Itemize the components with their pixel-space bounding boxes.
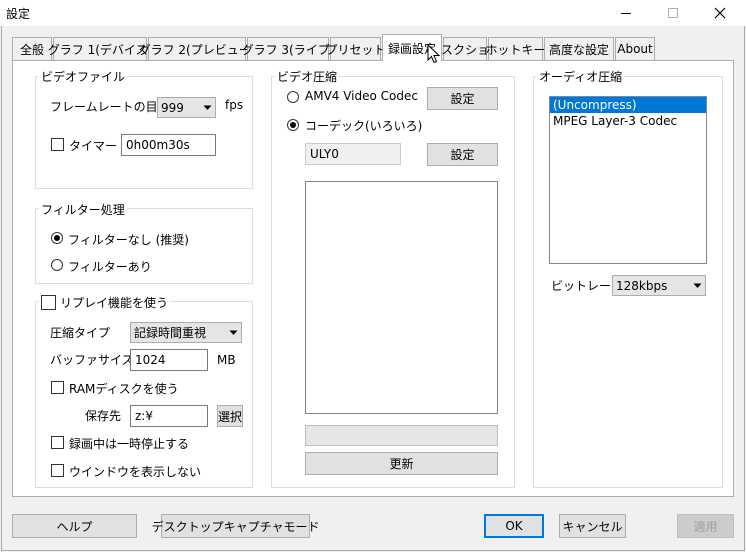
replay-group-header: リプレイ機能を使う (39, 294, 171, 311)
close-icon (714, 7, 726, 19)
compression-type-value: 記録時間重視 (134, 326, 207, 340)
timer-checkbox[interactable] (51, 138, 64, 151)
list-item[interactable]: (Uncompress) (550, 97, 706, 113)
tab-panel: ビデオファイル フレームレートの目安 999 fps タイマー 0h00m30s… (12, 60, 734, 497)
replay-checkbox[interactable] (41, 295, 56, 310)
tab-about[interactable]: About (615, 37, 655, 60)
tab-graph1-device[interactable]: グラフ 1(デバイス) (48, 37, 152, 60)
tab-screenshot[interactable]: スクショ (441, 37, 490, 60)
maximize-icon (668, 8, 678, 18)
compression-type-label: 圧縮タイプ (50, 326, 111, 340)
video-compression-group-label: ビデオ圧縮 (275, 68, 340, 85)
bitrate-select[interactable]: 128kbps (612, 275, 706, 296)
tab-advanced[interactable]: 高度な設定 (544, 37, 614, 60)
minimize-button[interactable] (603, 0, 649, 26)
tab-label: グラフ 3(ライブ) (241, 42, 335, 57)
amv4-settings-button[interactable]: 設定 (427, 87, 498, 110)
window-title: 設定 (6, 7, 31, 21)
framerate-value: 999 (161, 100, 184, 115)
tab-presets[interactable]: プリセット (326, 37, 386, 60)
minimize-icon (621, 13, 631, 14)
tab-label: 全般 (19, 42, 44, 57)
ram-disk-label: RAMディスクを使う (69, 382, 179, 396)
list-item[interactable]: MPEG Layer-3 Codec (550, 113, 706, 129)
close-button[interactable] (697, 0, 743, 26)
framerate-select[interactable]: 999 (157, 97, 216, 118)
bitrate-value: 128kbps (616, 278, 668, 293)
tab-label: 高度な設定 (548, 42, 609, 57)
maximize-button[interactable] (650, 0, 696, 26)
codec-settings-button[interactable]: 設定 (427, 143, 498, 166)
mouse-cursor-icon (427, 44, 441, 64)
amv4-radio[interactable] (287, 91, 299, 103)
desktop-capture-mode-button[interactable]: デスクトップキャプチャモード (152, 514, 319, 538)
ok-button[interactable]: OK (484, 514, 544, 538)
filter-with-radio[interactable] (51, 259, 63, 271)
title-bar: 設定 (0, 0, 746, 26)
codec-radio[interactable] (287, 119, 299, 131)
buffer-unit-label: MB (217, 353, 236, 367)
hide-window-checkbox[interactable] (51, 464, 64, 477)
framerate-label: フレームレートの目安 (50, 100, 170, 114)
video-file-group (35, 76, 253, 189)
video-file-group-label: ビデオファイル (39, 68, 128, 85)
select-folder-button[interactable]: 選択 (217, 405, 243, 427)
refresh-button[interactable]: 更新 (305, 452, 498, 475)
chevron-down-icon (228, 330, 238, 336)
tab-label: グラフ 2(プレビュー) (138, 42, 256, 57)
help-button[interactable]: ヘルプ (12, 514, 137, 538)
tab-label: プリセット (325, 42, 386, 57)
tab-label: ホットキー (485, 42, 546, 57)
tab-label: About (617, 42, 653, 56)
ram-disk-checkbox[interactable] (51, 381, 64, 394)
tab-graph3-live[interactable]: グラフ 3(ライブ) (242, 37, 334, 60)
chevron-down-icon (202, 105, 212, 111)
pause-recording-checkbox[interactable] (51, 436, 64, 449)
buffer-size-input[interactable]: 1024 (130, 349, 208, 371)
filter-none-label: フィルターなし (推奨) (68, 233, 189, 247)
fps-unit-label: fps (225, 98, 244, 112)
tab-hotkeys[interactable]: ホットキー (485, 37, 546, 60)
radio-dot (290, 122, 296, 128)
hide-window-label: ウインドウを表示しない (69, 465, 202, 479)
filter-with-label: フィルターあり (68, 260, 152, 274)
codec-label: コーデック(いろいろ) (305, 119, 423, 133)
tab-graph2-preview[interactable]: グラフ 2(プレビュー) (139, 37, 255, 60)
filter-none-radio[interactable] (51, 232, 63, 244)
chevron-down-icon (692, 283, 702, 289)
replay-label: リプレイ機能を使う (60, 296, 169, 310)
timer-input[interactable]: 0h00m30s (121, 134, 216, 156)
apply-button[interactable]: 適用 (677, 514, 734, 538)
audio-compression-group-label: オーディオ圧縮 (537, 68, 625, 85)
compression-type-select[interactable]: 記録時間重視 (130, 322, 242, 343)
save-to-label: 保存先 (85, 409, 122, 423)
progress-bar (305, 425, 498, 446)
tab-general[interactable]: 全般 (12, 37, 52, 60)
codec-name-field: ULY0 (305, 143, 401, 165)
cancel-button[interactable]: キャンセル (559, 514, 626, 538)
tab-label: グラフ 1(デバイス) (47, 42, 153, 57)
audio-codec-list[interactable]: (Uncompress) MPEG Layer-3 Codec (549, 96, 707, 264)
amv4-label: AMV4 Video Codec (305, 89, 418, 103)
save-to-input[interactable]: z:¥ (130, 405, 208, 427)
tab-label: スクショ (441, 42, 490, 57)
pause-recording-label: 録画中は一時停止する (69, 437, 190, 451)
timer-label: タイマー (69, 139, 118, 153)
buffer-size-label: バッファサイズ (50, 353, 134, 367)
filter-group-label: フィルター処理 (39, 201, 127, 218)
radio-dot (54, 235, 60, 241)
codec-preview-box (305, 181, 498, 414)
